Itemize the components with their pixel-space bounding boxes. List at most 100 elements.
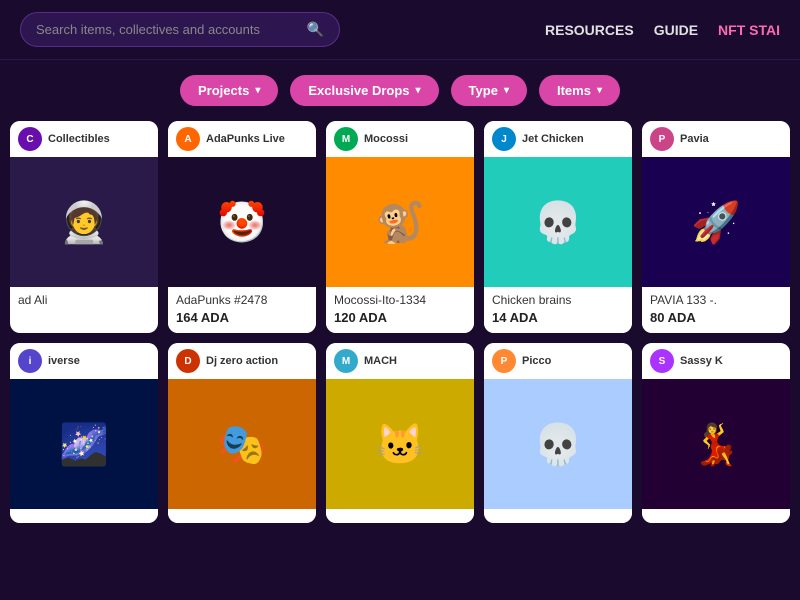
filter-projects[interactable]: Projects ▾ — [180, 75, 278, 106]
nav-nft-stai[interactable]: NFT STAI — [718, 22, 780, 38]
nft-item-name: ad Ali — [18, 293, 150, 307]
filter-exclusive-drops-label: Exclusive Drops — [308, 83, 409, 98]
nft-image-placeholder: 💃 — [642, 379, 790, 509]
nft-grid-row2: i iverse 🌌 D Dj zero action 🎭 — [0, 343, 800, 523]
nft-card-header: M MACH — [326, 343, 474, 379]
avatar-img: M — [334, 127, 358, 151]
avatar: D — [176, 349, 200, 373]
nft-image: 💀 — [484, 379, 632, 509]
collection-name: Dj zero action — [206, 355, 278, 367]
chevron-down-icon: ▾ — [416, 85, 421, 96]
filter-items-label: Items — [557, 83, 591, 98]
filter-projects-label: Projects — [198, 83, 249, 98]
nav-guide[interactable]: GUIDE — [654, 22, 698, 38]
nft-card-mocossi[interactable]: M Mocossi 🐒 Mocossi-Ito-1334 120 ADA — [326, 121, 474, 333]
avatar: P — [492, 349, 516, 373]
avatar: S — [650, 349, 674, 373]
nft-card-header: C Collectibles — [10, 121, 158, 157]
nft-card-mach[interactable]: M MACH 🐱 — [326, 343, 474, 523]
avatar: C — [18, 127, 42, 151]
avatar-img: D — [176, 349, 200, 373]
collection-name: Jet Chicken — [522, 133, 584, 145]
nft-card-header: D Dj zero action — [168, 343, 316, 379]
collection-name: iverse — [48, 355, 80, 367]
collection-name: Mocossi — [364, 133, 408, 145]
nft-card-footer — [326, 509, 474, 523]
nft-card-header: M Mocossi — [326, 121, 474, 157]
nft-card-iverse[interactable]: i iverse 🌌 — [10, 343, 158, 523]
nft-image: 🐱 — [326, 379, 474, 509]
nav-resources[interactable]: RESOURCES — [545, 22, 634, 38]
nft-item-name: Mocossi-Ito-1334 — [334, 293, 466, 307]
avatar: A — [176, 127, 200, 151]
nft-card-footer — [484, 509, 632, 523]
search-bar[interactable]: 🔍 — [20, 12, 340, 47]
filter-type-label: Type — [469, 83, 498, 98]
avatar: M — [334, 349, 358, 373]
nft-card-jet-chicken[interactable]: J Jet Chicken 💀 Chicken brains 14 ADA — [484, 121, 632, 333]
nft-image: 🐒 — [326, 157, 474, 287]
filter-bar: Projects ▾ Exclusive Drops ▾ Type ▾ Item… — [0, 60, 800, 121]
nft-card-pavia[interactable]: P Pavia 🚀 PAVIA 133 -. 80 ADA — [642, 121, 790, 333]
nft-image: 🌌 — [10, 379, 158, 509]
nft-card-collectibles[interactable]: C Collectibles 🧑‍🚀 ad Ali — [10, 121, 158, 333]
nft-card-footer: ad Ali — [10, 287, 158, 318]
collection-name: MACH — [364, 355, 397, 367]
nft-image-placeholder: 💀 — [484, 157, 632, 287]
nft-card-footer: Mocossi-Ito-1334 120 ADA — [326, 287, 474, 333]
nft-card-picco[interactable]: P Picco 💀 — [484, 343, 632, 523]
nft-card-header: J Jet Chicken — [484, 121, 632, 157]
nft-card-footer: Chicken brains 14 ADA — [484, 287, 632, 333]
chevron-down-icon: ▾ — [597, 85, 602, 96]
filter-type[interactable]: Type ▾ — [451, 75, 527, 106]
nft-grid-row1: C Collectibles 🧑‍🚀 ad Ali A AdaPunks Liv… — [0, 121, 800, 333]
avatar-img: M — [334, 349, 358, 373]
nft-image: 💃 — [642, 379, 790, 509]
nft-image: 🤡 — [168, 157, 316, 287]
search-input[interactable] — [36, 22, 307, 37]
nft-image-placeholder: 🐒 — [326, 157, 474, 287]
avatar: P — [650, 127, 674, 151]
header: 🔍 RESOURCES GUIDE NFT STAI — [0, 0, 800, 60]
nft-item-name: AdaPunks #2478 — [176, 293, 308, 307]
avatar: M — [334, 127, 358, 151]
filter-items[interactable]: Items ▾ — [539, 75, 620, 106]
nft-item-name: Chicken brains — [492, 293, 624, 307]
collection-name: Sassy K — [680, 355, 723, 367]
filter-exclusive-drops[interactable]: Exclusive Drops ▾ — [290, 75, 438, 106]
nav-links: RESOURCES GUIDE NFT STAI — [545, 22, 780, 38]
avatar: i — [18, 349, 42, 373]
nft-image: 🧑‍🚀 — [10, 157, 158, 287]
avatar-img: P — [492, 349, 516, 373]
nft-card-footer — [168, 509, 316, 523]
avatar-img: S — [650, 349, 674, 373]
avatar-img: i — [18, 349, 42, 373]
nft-card-header: i iverse — [10, 343, 158, 379]
chevron-down-icon: ▾ — [255, 85, 260, 96]
nft-price: 164 ADA — [176, 310, 308, 325]
search-icon: 🔍 — [307, 21, 324, 38]
nft-card-sassy[interactable]: S Sassy K 💃 — [642, 343, 790, 523]
avatar-img: J — [492, 127, 516, 151]
nft-card-header: P Pavia — [642, 121, 790, 157]
nft-image-placeholder: 💀 — [484, 379, 632, 509]
collection-name: Collectibles — [48, 133, 110, 145]
nft-price: 120 ADA — [334, 310, 466, 325]
collection-name: AdaPunks Live — [206, 133, 285, 145]
chevron-down-icon: ▾ — [504, 85, 509, 96]
nft-card-header: P Picco — [484, 343, 632, 379]
nft-card-header: A AdaPunks Live — [168, 121, 316, 157]
avatar-img: A — [176, 127, 200, 151]
nft-image: 🚀 — [642, 157, 790, 287]
nft-price: 80 ADA — [650, 310, 782, 325]
nft-image-placeholder: 🤡 — [168, 157, 316, 287]
nft-card-dj-zero[interactable]: D Dj zero action 🎭 — [168, 343, 316, 523]
nft-image: 🎭 — [168, 379, 316, 509]
nft-card-adapunks[interactable]: A AdaPunks Live 🤡 AdaPunks #2478 164 ADA — [168, 121, 316, 333]
nft-price: 14 ADA — [492, 310, 624, 325]
nft-card-footer — [10, 509, 158, 523]
avatar-img: C — [18, 127, 42, 151]
nft-image: 💀 — [484, 157, 632, 287]
nft-image-placeholder: 🚀 — [642, 157, 790, 287]
collection-name: Picco — [522, 355, 551, 367]
